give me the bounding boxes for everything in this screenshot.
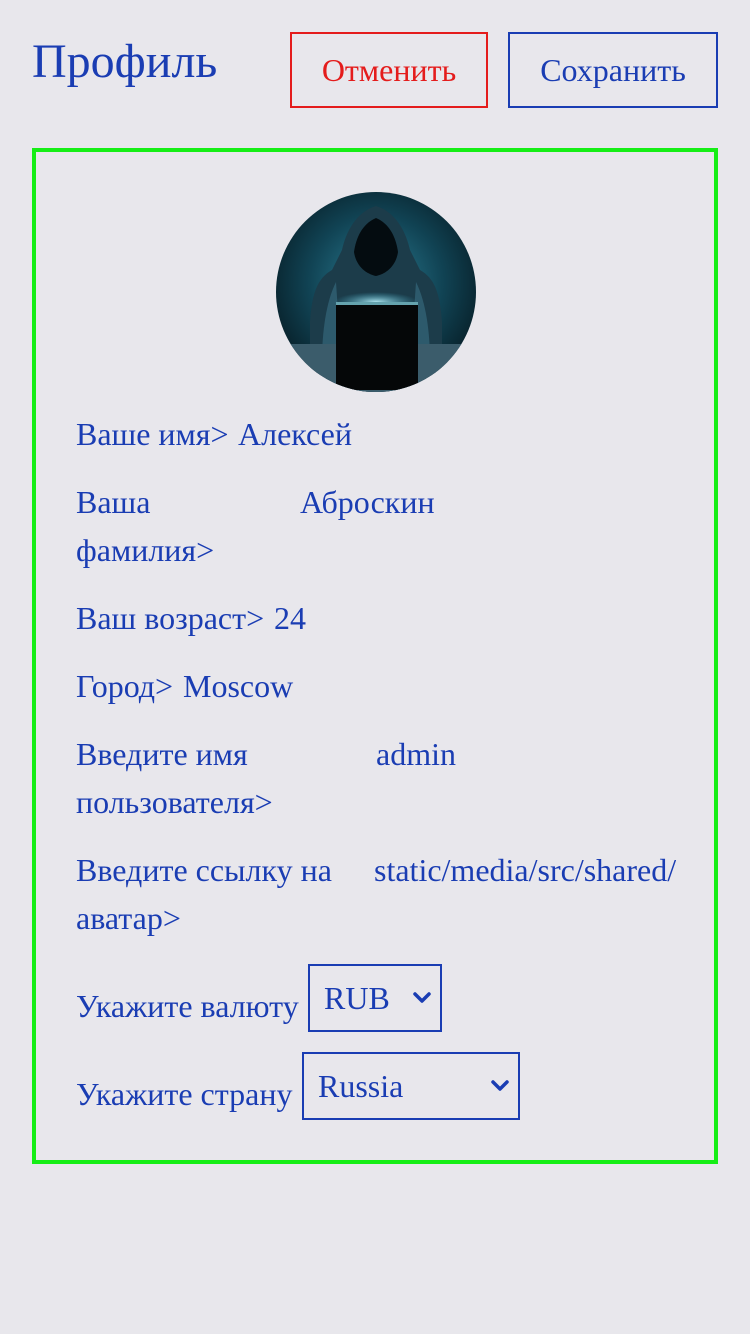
page-title: Профиль bbox=[32, 35, 218, 88]
surname-value[interactable]: Аброскин bbox=[300, 478, 435, 526]
name-label: Ваше имя> bbox=[76, 416, 229, 452]
username-row: Введите имя пользователя> admin bbox=[76, 730, 696, 826]
country-select-value: Russia bbox=[318, 1067, 404, 1104]
surname-row: Ваша фамилия> Аброскин bbox=[76, 478, 696, 574]
currency-label: Укажите валюту bbox=[76, 988, 299, 1024]
city-row: Город> Moscow bbox=[76, 662, 696, 710]
avatar-link-row: Введите ссылку на аватар> static/media/s… bbox=[76, 846, 676, 942]
country-select[interactable]: Russia bbox=[302, 1052, 520, 1120]
avatar bbox=[276, 192, 476, 392]
profile-page: Профиль Отменить Сохранить Ваше имя> Але… bbox=[0, 0, 750, 1334]
avatar-link-label-line2: аватар> bbox=[76, 900, 181, 936]
username-label-line2: пользователя> bbox=[76, 784, 273, 820]
name-row: Ваше имя> Алексей bbox=[76, 410, 696, 458]
country-label: Укажите страну bbox=[76, 1076, 293, 1112]
username-value[interactable]: admin bbox=[376, 730, 456, 778]
profile-card: Ваше имя> Алексей Ваша фамилия> Аброскин… bbox=[32, 148, 718, 1164]
save-button[interactable]: Сохранить bbox=[508, 32, 718, 108]
username-label-line1: Введите имя bbox=[76, 736, 248, 772]
chevron-down-icon bbox=[491, 1080, 509, 1091]
avatar-link-value[interactable]: static/media/src/shared/ bbox=[374, 846, 676, 894]
cancel-button[interactable]: Отменить bbox=[290, 32, 488, 108]
age-value[interactable]: 24 bbox=[274, 594, 306, 642]
surname-label-line2: фамилия> bbox=[76, 532, 215, 568]
avatar-link-label-line1: Введите ссылку на bbox=[76, 852, 332, 888]
age-row: Ваш возраст> 24 bbox=[76, 594, 696, 642]
city-label: Город> bbox=[76, 668, 174, 704]
hooded-hacker-avatar bbox=[276, 192, 476, 392]
age-label: Ваш возраст> bbox=[76, 600, 265, 636]
currency-select-value: RUB bbox=[324, 979, 390, 1016]
city-value[interactable]: Moscow bbox=[183, 662, 293, 710]
name-value[interactable]: Алексей bbox=[238, 410, 352, 458]
surname-label-line1: Ваша bbox=[76, 484, 151, 520]
currency-select[interactable]: RUB bbox=[308, 964, 442, 1032]
chevron-down-icon bbox=[413, 992, 431, 1003]
